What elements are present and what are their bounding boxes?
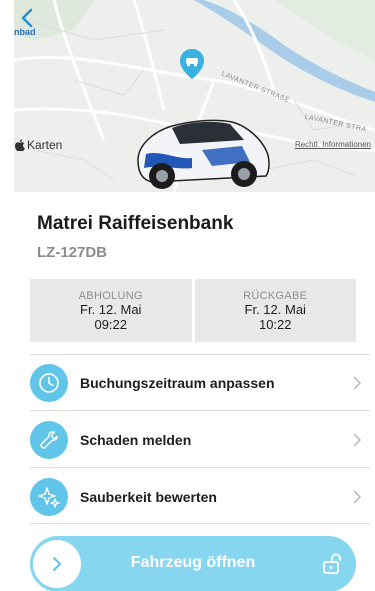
- map-town-label: nbad: [14, 27, 36, 37]
- return-label: RÜCKGABE: [243, 289, 308, 302]
- open-vehicle-slider[interactable]: Fahrzeug öffnen: [30, 536, 356, 591]
- license-plate: LZ-127DB: [37, 244, 108, 261]
- adjust-booking-period-label: Buchungszeitraum anpassen: [80, 375, 275, 391]
- booking-times: ABHOLUNG Fr. 12. Mai 09:22 RÜCKGABE Fr. …: [30, 279, 356, 342]
- report-damage-label: Schaden melden: [80, 432, 192, 448]
- chevron-right-icon: [353, 490, 362, 504]
- pickup-date: Fr. 12. Mai: [80, 301, 142, 317]
- adjust-booking-period-button[interactable]: Buchungszeitraum anpassen: [30, 363, 362, 403]
- maps-attribution: Karten: [15, 138, 62, 152]
- clock-icon: [30, 364, 68, 402]
- divider: [30, 354, 370, 355]
- legal-info-link[interactable]: Rechtl. Informationen: [295, 140, 371, 149]
- divider: [30, 410, 370, 411]
- pickup-time: 09:22: [94, 316, 128, 332]
- open-vehicle-label: Fahrzeug öffnen: [130, 554, 256, 571]
- vehicle-location-pin[interactable]: [179, 48, 205, 85]
- report-damage-button[interactable]: Schaden melden: [30, 420, 362, 460]
- station-name: Matrei Raiffeisenbank: [37, 213, 234, 234]
- unlock-icon: [323, 553, 341, 574]
- map-pin-icon: [180, 49, 204, 79]
- rate-cleanliness-button[interactable]: Sauberkeit bewerten: [30, 477, 362, 517]
- divider: [30, 523, 370, 524]
- rate-cleanliness-label: Sauberkeit bewerten: [80, 489, 217, 505]
- return-date: Fr. 12. Mai: [244, 301, 306, 317]
- chevron-right-icon: [353, 376, 362, 390]
- return-box: RÜCKGABE Fr. 12. Mai 10:22: [194, 279, 356, 342]
- chevron-right-icon: [353, 433, 362, 447]
- map-view[interactable]: nbad LAVANTER STRAßE LAVANTER STRA Karte…: [14, 0, 375, 192]
- vehicle-image: [137, 119, 270, 189]
- pickup-label: ABHOLUNG: [78, 289, 143, 302]
- pickup-box: ABHOLUNG Fr. 12. Mai 09:22: [30, 279, 192, 342]
- maps-brand-label: Karten: [27, 138, 63, 152]
- return-time: 10:22: [258, 316, 292, 332]
- wrench-icon: [30, 421, 68, 459]
- apple-logo-icon: [15, 139, 25, 151]
- sparkle-icon: [30, 478, 68, 516]
- divider: [30, 467, 370, 468]
